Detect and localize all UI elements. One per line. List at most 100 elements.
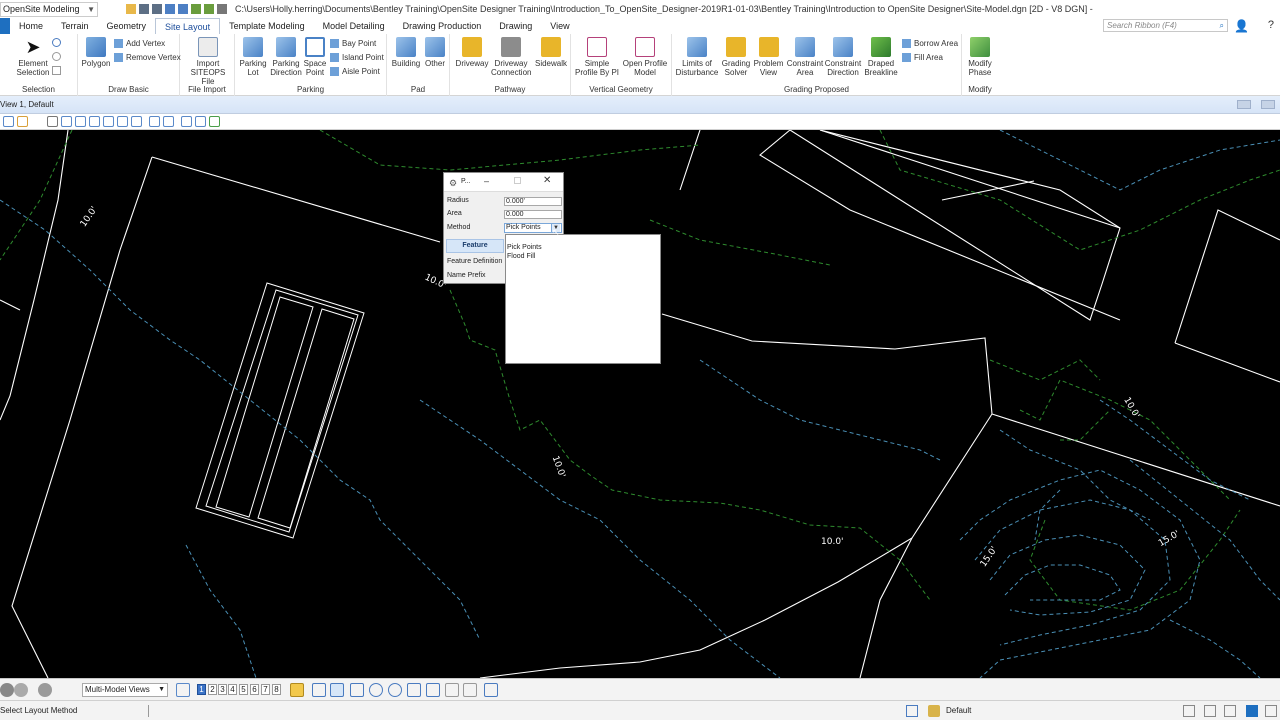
borrow-area-button[interactable]: Borrow Area: [902, 39, 958, 48]
multi-model-views-select[interactable]: Multi-Model Views ▼: [82, 683, 168, 697]
next-view-icon[interactable]: [163, 116, 174, 127]
tab-view[interactable]: View: [541, 18, 578, 34]
radius-field[interactable]: 0.000': [504, 197, 562, 206]
tab-template-modeling[interactable]: Template Modeling: [220, 18, 314, 34]
pan-view-icon[interactable]: [131, 116, 142, 127]
snap-active-icon[interactable]: [330, 683, 344, 697]
workflow-selector[interactable]: OpenSite Modeling ▼: [0, 1, 98, 17]
element-selection-button[interactable]: ➤ Element Selection: [14, 37, 52, 77]
view-minimize-button[interactable]: [1237, 100, 1251, 109]
other-pad-button[interactable]: Other: [422, 37, 448, 68]
view-groups-icon[interactable]: [176, 683, 190, 697]
method-dropdown-list[interactable]: Pick Points Flood Fill: [505, 234, 661, 364]
view-maximize-button[interactable]: [1261, 100, 1275, 109]
update-view-icon[interactable]: [47, 116, 58, 127]
print-icon[interactable]: [217, 4, 227, 14]
publish-icon[interactable]: [204, 4, 214, 14]
snap-nearest-icon[interactable]: [350, 683, 364, 697]
driveway-button[interactable]: Driveway: [453, 37, 491, 68]
tab-terrain[interactable]: Terrain: [52, 18, 98, 34]
accudraw-icon[interactable]: [290, 683, 304, 697]
project-icon[interactable]: [1246, 705, 1258, 717]
pin-icon[interactable]: [191, 4, 201, 14]
element-info-icon[interactable]: [906, 705, 918, 717]
fill-area-button[interactable]: Fill Area: [902, 53, 943, 62]
select-options-icon[interactable]: [52, 38, 61, 47]
limits-of-disturbance-button[interactable]: Limits of Disturbance: [674, 37, 720, 77]
sidewalk-button[interactable]: Sidewalk: [533, 37, 569, 68]
simple-profile-button[interactable]: Simple Profile By PI: [573, 37, 621, 77]
view-attributes-icon[interactable]: [3, 116, 14, 127]
open-profile-model-button[interactable]: Open Profile Model: [621, 37, 669, 77]
snap-bisector-icon[interactable]: [407, 683, 421, 697]
notifications-icon[interactable]: [1265, 705, 1277, 717]
view-button-2[interactable]: 2: [208, 684, 217, 695]
save-icon[interactable]: [139, 4, 149, 14]
constraint-area-button[interactable]: Constraint Area: [786, 37, 824, 77]
navigate-icon[interactable]: [14, 683, 28, 697]
camera-icon[interactable]: [195, 116, 206, 127]
island-point-button[interactable]: Island Point: [330, 53, 384, 62]
problem-view-button[interactable]: Problem View: [752, 37, 785, 77]
view-button-3[interactable]: 3: [218, 684, 227, 695]
file-tab[interactable]: [0, 18, 10, 34]
view-button-5[interactable]: 5: [239, 684, 248, 695]
driveway-connection-button[interactable]: Driveway Connection: [491, 37, 531, 77]
help-icon[interactable]: ?: [1268, 19, 1274, 31]
tab-geometry[interactable]: Geometry: [98, 18, 156, 34]
option-pick-points[interactable]: Pick Points: [507, 244, 542, 251]
bay-point-button[interactable]: Bay Point: [330, 39, 376, 48]
save-settings-icon[interactable]: [152, 4, 162, 14]
import-siteops-button[interactable]: Import SITEOPS File: [184, 37, 232, 86]
user-icon[interactable]: 👤: [1234, 19, 1249, 33]
view-button-8[interactable]: 8: [272, 684, 281, 695]
rotate-view-icon[interactable]: [117, 116, 128, 127]
tab-drawing-production[interactable]: Drawing Production: [394, 18, 491, 34]
grid-icon[interactable]: [1224, 705, 1236, 717]
clip-volume-icon[interactable]: [181, 116, 192, 127]
add-vertex-button[interactable]: Add Vertex: [114, 39, 165, 48]
constraint-direction-button[interactable]: Constraint Direction: [824, 37, 862, 77]
snap-origin-icon[interactable]: [388, 683, 402, 697]
snap-center-icon[interactable]: [369, 683, 383, 697]
select-box-icon[interactable]: [52, 66, 61, 75]
grading-solver-button[interactable]: Grading Solver: [720, 37, 752, 77]
toggle-icon[interactable]: [209, 116, 220, 127]
tab-home[interactable]: Home: [10, 18, 52, 34]
fit-view-icon[interactable]: [103, 116, 114, 127]
snap-intersection-icon[interactable]: [426, 683, 440, 697]
active-level[interactable]: Default: [946, 706, 971, 715]
view-control-icon[interactable]: [0, 683, 14, 697]
undo-icon[interactable]: [165, 4, 175, 14]
view-button-4[interactable]: 4: [228, 684, 237, 695]
drawing-canvas[interactable]: 10.0' 10.0' 10.0' 10.0' 10.0' 15.0' 15.0…: [0, 130, 1280, 678]
redo-icon[interactable]: [178, 4, 188, 14]
tab-drawing[interactable]: Drawing: [490, 18, 541, 34]
tab-site-layout[interactable]: Site Layout: [155, 18, 221, 34]
remove-vertex-button[interactable]: Remove Vertex: [114, 53, 181, 62]
option-flood-fill[interactable]: Flood Fill: [507, 253, 535, 260]
parking-direction-button[interactable]: Parking Direction: [269, 37, 303, 77]
snap-tangent-icon[interactable]: [445, 683, 459, 697]
display-style-icon[interactable]: [17, 116, 28, 127]
polygon-button[interactable]: Polygon: [80, 37, 112, 68]
aisle-point-button[interactable]: Aisle Point: [330, 67, 380, 76]
previous-view-icon[interactable]: [149, 116, 160, 127]
view-options-icon[interactable]: [38, 683, 52, 697]
message-center-icon[interactable]: [1183, 705, 1195, 717]
draped-breakline-button[interactable]: Draped Breakline: [862, 37, 900, 77]
select-circle-icon[interactable]: [52, 52, 61, 61]
open-folder-icon[interactable]: [126, 4, 136, 14]
area-field[interactable]: 0.000: [504, 210, 562, 219]
lock-icon[interactable]: [928, 705, 940, 717]
snap-settings-icon[interactable]: [484, 683, 498, 697]
tab-model-detailing[interactable]: Model Detailing: [314, 18, 394, 34]
building-button[interactable]: Building: [390, 37, 422, 68]
close-icon[interactable]: ✕: [543, 175, 551, 186]
tools-icon[interactable]: [1204, 705, 1216, 717]
zoom-out-icon[interactable]: [75, 116, 86, 127]
snap-perpendicular-icon[interactable]: [463, 683, 477, 697]
view-button-6[interactable]: 6: [250, 684, 259, 695]
search-ribbon-input[interactable]: Search Ribbon (F4) ⌕: [1103, 19, 1228, 32]
space-point-button[interactable]: Space Point: [303, 37, 327, 77]
